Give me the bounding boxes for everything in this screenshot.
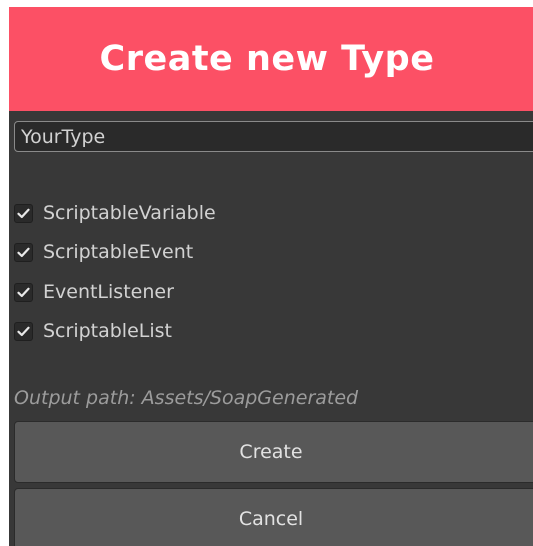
output-path-label: Output path: Assets/SoapGenerated: [14, 387, 359, 409]
scriptable-variable-checkbox[interactable]: [14, 203, 33, 223]
cancel-button[interactable]: Cancel: [14, 488, 533, 546]
checkmark-icon: [17, 247, 30, 257]
option-event-listener[interactable]: EventListener: [14, 279, 174, 305]
event-listener-checkbox[interactable]: [14, 282, 33, 302]
type-name-input[interactable]: [14, 121, 533, 152]
checkmark-icon: [17, 287, 30, 297]
create-type-window: Create new Type ScriptableVariable Scrip…: [9, 7, 533, 546]
checkmark-icon: [17, 326, 30, 336]
scriptable-event-checkbox[interactable]: [14, 242, 33, 262]
header-banner: Create new Type: [9, 7, 533, 111]
scriptable-list-checkbox[interactable]: [14, 321, 33, 341]
window-title: Create new Type: [99, 39, 435, 79]
create-button[interactable]: Create: [14, 421, 533, 483]
option-scriptable-variable[interactable]: ScriptableVariable: [14, 200, 216, 226]
option-scriptable-list[interactable]: ScriptableList: [14, 318, 172, 344]
scriptable-event-label: ScriptableEvent: [43, 241, 194, 263]
event-listener-label: EventListener: [43, 281, 174, 303]
option-scriptable-event[interactable]: ScriptableEvent: [14, 239, 193, 265]
checkmark-icon: [17, 208, 30, 218]
scriptable-variable-label: ScriptableVariable: [43, 202, 216, 224]
scriptable-list-label: ScriptableList: [43, 320, 172, 342]
